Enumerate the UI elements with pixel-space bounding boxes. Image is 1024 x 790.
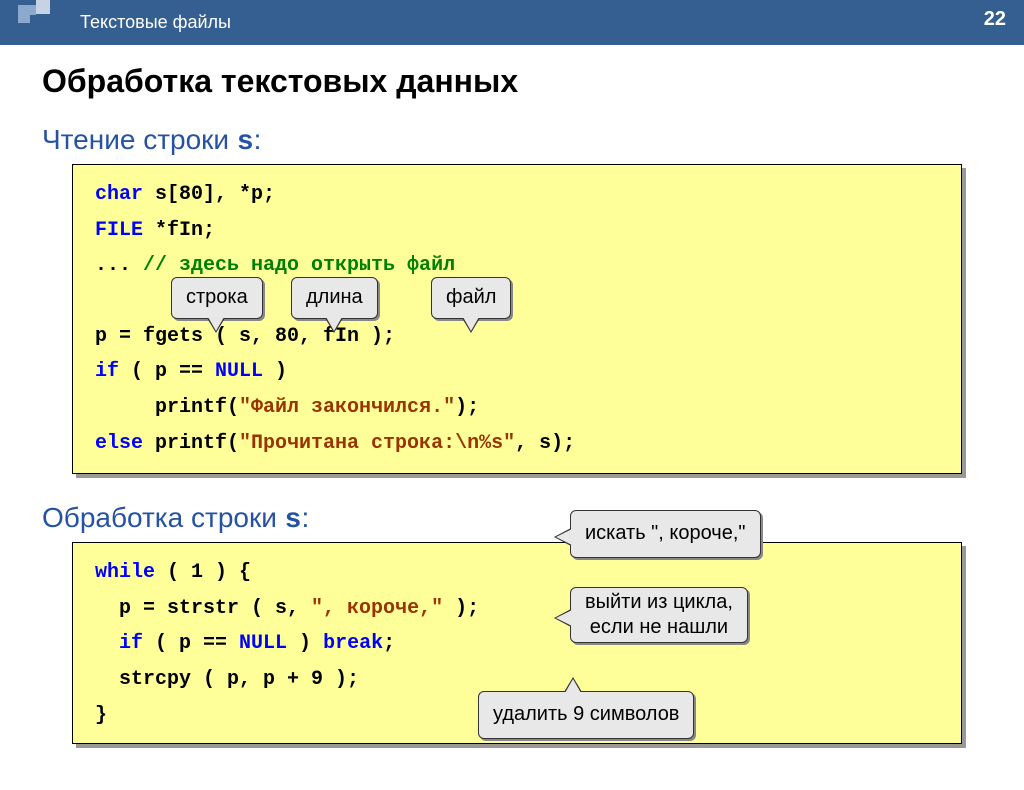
code-line: while ( 1 ) { [95,555,939,591]
code-line: if ( p == NULL ) break; [95,626,939,662]
section1-title-prefix: Чтение строки [42,124,237,155]
page-number: 22 [984,8,1006,31]
section1-title-suffix: : [254,124,262,155]
section2-title: Обработка строки s: [42,502,982,536]
callout-break-line1: выйти из цикла, [585,591,733,613]
callout-file: файл [431,277,511,319]
content-area: Обработка текстовых данных Чтение строки… [0,45,1024,790]
callout-break-line2: если не нашли [590,616,728,638]
callout-string: строка [171,277,263,319]
section1-title-var: s [237,127,254,158]
callout-search: искать ", короче," [570,510,761,558]
header-bar: Текстовые файлы 22 [0,0,1024,45]
section2-title-prefix: Обработка строки [42,502,285,533]
callout-length: длина [291,277,378,319]
callout-delete: удалить 9 символов [478,691,694,739]
code-line: char s[80], *p; [95,177,939,213]
main-title: Обработка текстовых данных [42,63,982,100]
code-line: FILE *fIn; [95,213,939,249]
code-line: if ( p == NULL ) [95,354,939,390]
code-block-2: while ( 1 ) { p = strstr ( s, ", короче,… [72,542,962,744]
header-title: Текстовые файлы [80,12,231,33]
callout-break: выйти из цикла, если не нашли [570,587,748,643]
code-line: printf("Файл закончился."); [95,390,939,426]
section1-title: Чтение строки s: [42,124,982,158]
section2-title-var: s [285,505,302,536]
header-decoration [0,0,75,45]
code-block-1: char s[80], *p; FILE *fIn; ... // здесь … [72,164,962,474]
code-line: p = strstr ( s, ", короче," ); [95,591,939,627]
section2-title-suffix: : [301,502,309,533]
code-line: else printf("Прочитана строка:\n%s", s); [95,426,939,462]
